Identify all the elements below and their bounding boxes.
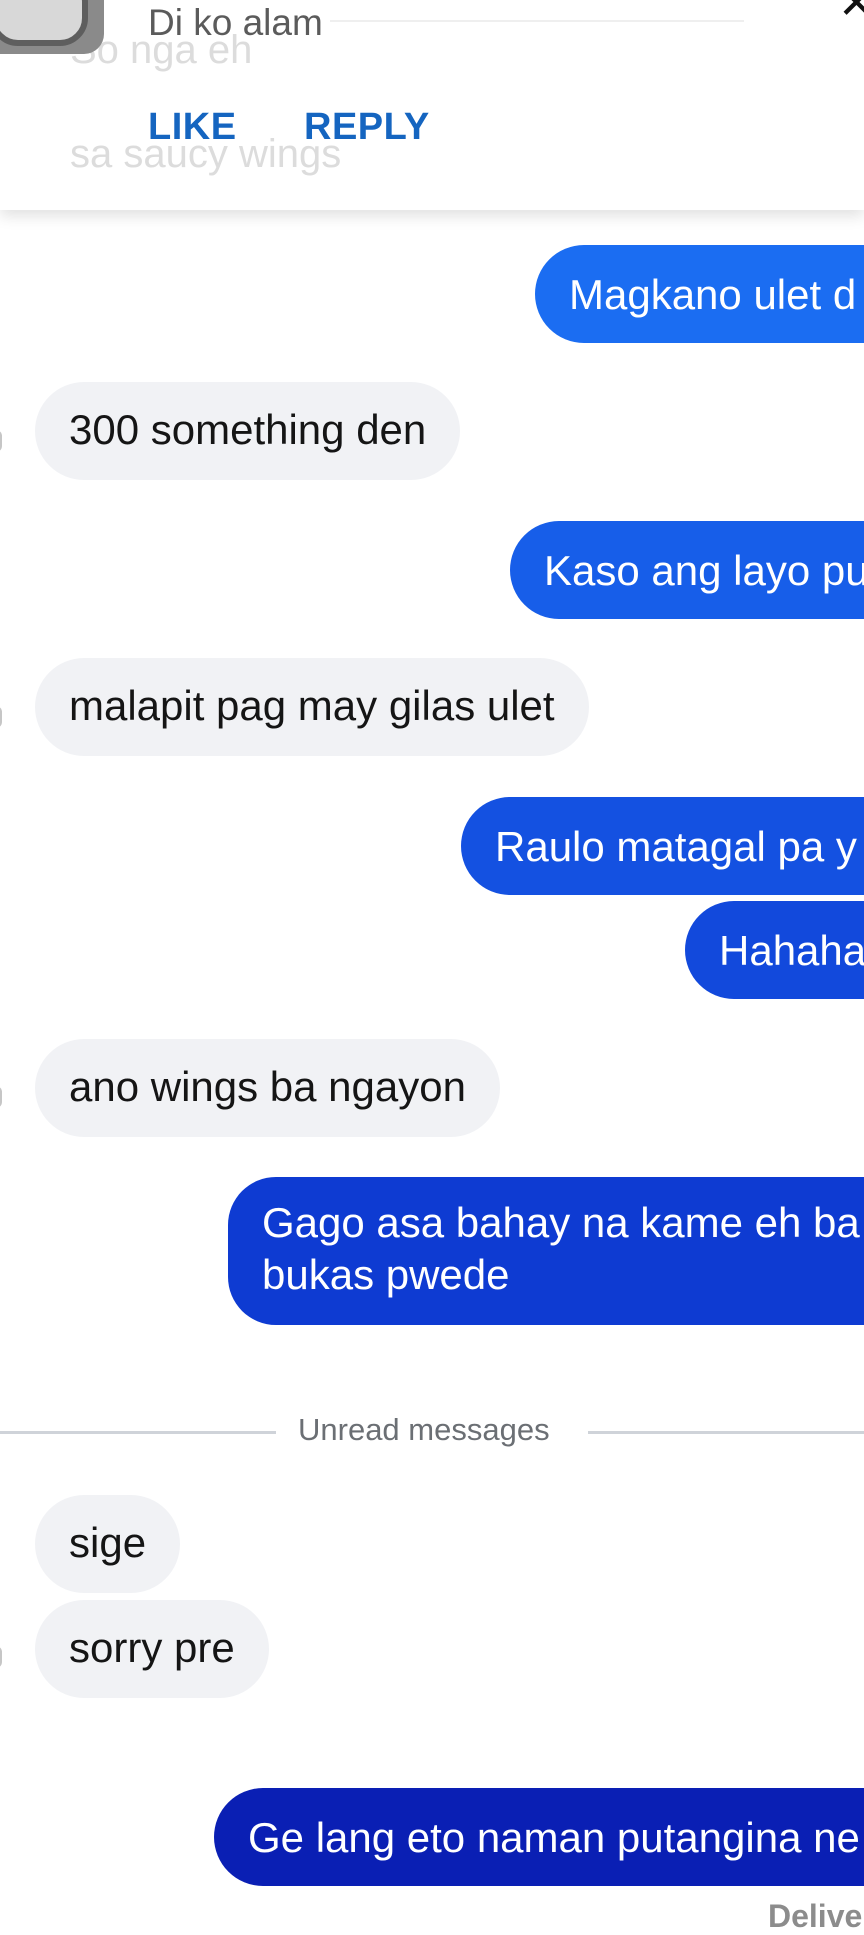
presence-indicator	[0, 430, 2, 452]
message-bubble-outgoing[interactable]: Gago asa bahay na kame eh ba bukas pwede	[228, 1177, 864, 1325]
notification-message: Di ko alam	[148, 2, 323, 43]
presence-indicator	[0, 706, 2, 728]
like-button[interactable]: LIKE	[148, 106, 237, 149]
message-bubble-incoming[interactable]: sorry pre	[35, 1600, 269, 1698]
unread-messages-divider: Unread messages	[298, 1412, 550, 1447]
divider-line	[588, 1431, 864, 1434]
message-bubble-incoming[interactable]: sige	[35, 1495, 181, 1593]
presence-indicator	[0, 1086, 2, 1108]
message-notification[interactable]: So nga eh sa saucy wings Di ko alam ✕ LI…	[0, 0, 864, 210]
message-bubble-outgoing[interactable]: Magkano ulet d	[535, 245, 864, 343]
reply-button[interactable]: REPLY	[304, 106, 430, 149]
message-bubble-outgoing[interactable]: Kaso ang layo pu	[510, 521, 864, 619]
sender-avatar	[0, 0, 104, 54]
close-icon[interactable]: ✕	[838, 0, 864, 29]
presence-indicator	[0, 1646, 2, 1668]
divider-line	[0, 1431, 276, 1434]
message-bubble-outgoing[interactable]: Raulo matagal pa y	[461, 797, 864, 895]
message-bubble-outgoing[interactable]: Hahaha	[685, 901, 864, 999]
message-bubble-incoming[interactable]: ano wings ba ngayon	[35, 1039, 500, 1137]
delivery-status: Deliver	[768, 1898, 864, 1934]
message-bubble-incoming[interactable]: 300 something den	[35, 382, 461, 480]
message-bubble-incoming[interactable]: malapit pag may gilas ulet	[35, 658, 589, 756]
message-bubble-outgoing[interactable]: Ge lang eto naman putangina ne	[214, 1788, 864, 1886]
divider	[330, 20, 744, 22]
